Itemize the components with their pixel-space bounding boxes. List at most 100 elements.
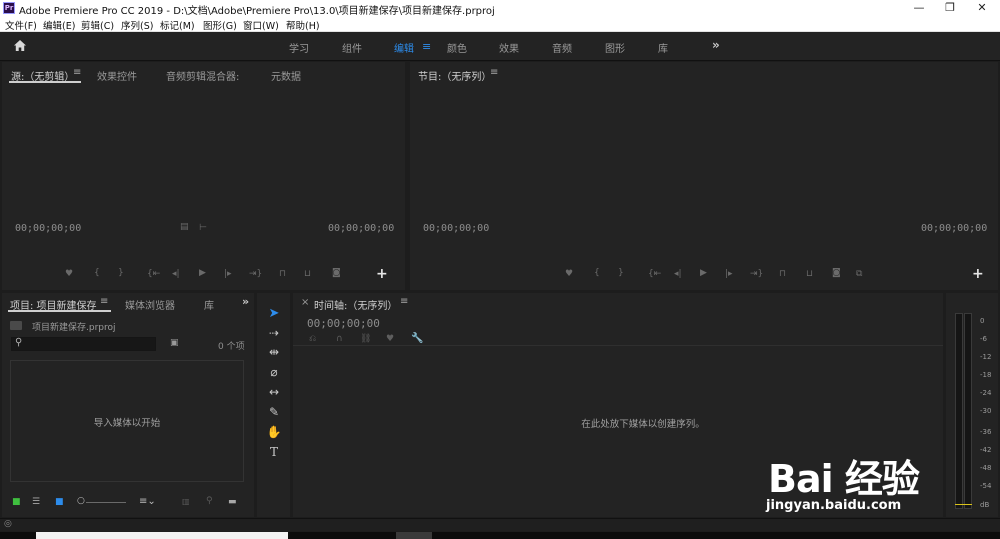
tab-program[interactable]: 节目:（无序列） [418,68,491,83]
meter-scale-label: -54 [980,482,992,490]
type-tool-icon[interactable]: T [265,444,283,461]
snap-icon[interactable]: ∩ [336,334,343,344]
zoom-fit-icon[interactable]: ▤ [180,222,189,232]
ripple-edit-tool-icon[interactable]: ⇹ [265,344,283,361]
project-search-input[interactable]: ⚲ [11,337,156,351]
step-back-icon[interactable]: ◂| [674,269,682,279]
go-to-out-icon[interactable]: ⇥} [249,269,262,279]
audio-meter-right [964,313,972,509]
comparison-view-icon[interactable]: ⧉ [856,269,862,279]
add-marker-icon[interactable]: ♥ [65,269,73,279]
zoom-slider-handle[interactable]: ○ [77,496,85,506]
program-playhead-timecode[interactable]: 00;00;00;00 [423,223,489,234]
find-icon[interactable]: ⚲ [206,496,213,506]
restore-button[interactable]: ❐ [934,0,966,17]
workspace-tab-learn[interactable]: 学习 [289,40,309,55]
panel-overflow-icon[interactable]: » [242,295,249,308]
add-marker-icon[interactable]: ♥ [386,334,394,344]
tab-libraries[interactable]: 库 [204,297,214,312]
menu-graphics[interactable]: 图形(G) [203,18,237,32]
icon-view-icon[interactable]: ■ [55,497,64,507]
linked-selection-icon[interactable]: ⛓ [360,334,371,344]
mark-out-icon[interactable]: } [618,268,624,278]
export-frame-icon[interactable]: ◙ [332,268,341,278]
menu-help[interactable]: 帮助(H) [286,18,320,32]
workspace-overflow-icon[interactable]: » [712,38,720,52]
workspace-tab-assembly[interactable]: 组件 [342,40,362,55]
tab-timeline[interactable]: 时间轴:（无序列） [314,297,397,312]
zoom-slider-track[interactable] [86,502,126,503]
workspace-tab-libraries[interactable]: 库 [658,40,668,55]
minimize-button[interactable]: — [903,0,935,17]
step-back-icon[interactable]: ◂| [172,269,180,279]
resolution-icon[interactable]: ⊢ [199,223,207,233]
menu-sequence[interactable]: 序列(S) [121,18,153,32]
tab-metadata[interactable]: 元数据 [271,68,301,83]
mark-out-icon[interactable]: } [118,268,124,278]
project-drop-zone[interactable]: 导入媒体以开始 [10,360,244,482]
meter-scale-label: -6 [980,335,987,343]
lift-icon[interactable]: ⊓ [779,269,786,279]
home-icon[interactable] [13,39,27,52]
timeline-timecode[interactable]: 00;00;00;00 [307,317,380,330]
workspace-tab-graphics[interactable]: 图形 [605,40,625,55]
taskbar-item[interactable] [36,532,288,539]
overwrite-icon[interactable]: ⊔ [304,269,311,279]
button-editor-icon[interactable]: + [972,266,984,282]
menu-marker[interactable]: 标记(M) [160,18,195,32]
panel-menu-icon[interactable]: ≡ [73,67,81,78]
go-to-in-icon[interactable]: {⇤ [147,269,160,279]
panel-menu-icon[interactable]: ≡ [400,296,408,307]
slip-tool-icon[interactable]: ↔ [265,384,283,401]
taskbar-item[interactable] [396,532,432,539]
close-window-button[interactable]: ✕ [966,0,998,17]
go-to-in-icon[interactable]: {⇤ [648,269,661,279]
nest-icon[interactable]: ⎌ [309,334,316,344]
source-monitor-panel: 源:（无剪辑） ≡ 效果控件 音频剪辑混合器: 元数据 00;00;00;00 … [2,62,405,290]
menu-file[interactable]: 文件(F) [5,18,37,32]
play-icon[interactable]: ▶ [199,268,206,278]
workspace-tab-editing[interactable]: 编辑 [394,40,414,55]
menu-window[interactable]: 窗口(W) [243,18,279,32]
workspace-menu-icon[interactable]: ≡ [422,40,431,53]
export-frame-icon[interactable]: ◙ [832,268,841,278]
list-view-icon[interactable]: ☰ [32,497,40,507]
workspace-tab-audio[interactable]: 音频 [552,40,572,55]
source-playhead-timecode[interactable]: 00;00;00;00 [15,223,81,234]
menu-clip[interactable]: 剪辑(C) [81,18,114,32]
workspace-tab-color[interactable]: 颜色 [447,40,467,55]
step-forward-icon[interactable]: |▸ [224,269,232,279]
tab-media-browser[interactable]: 媒体浏览器 [125,297,175,312]
source-duration-timecode: 00;00;00;00 [328,223,395,234]
add-marker-icon[interactable]: ♥ [565,269,573,279]
panel-menu-icon[interactable]: ≡ [100,296,108,307]
track-select-tool-icon[interactable]: ⇢ [265,325,283,342]
new-bin-icon[interactable]: ▬ [228,497,237,507]
play-icon[interactable]: ▶ [700,268,707,278]
pen-tool-icon[interactable]: ✎ [265,404,283,421]
button-editor-icon[interactable]: + [376,266,388,282]
tab-audio-clip-mixer[interactable]: 音频剪辑混合器: [166,68,239,83]
menu-edit[interactable]: 编辑(E) [43,18,75,32]
extract-icon[interactable]: ⊔ [806,269,813,279]
workspace-tab-effects[interactable]: 效果 [499,40,519,55]
selection-tool-icon[interactable]: ➤ [265,305,283,322]
lock-icon[interactable]: ■ [12,497,21,507]
meter-scale-label: -42 [980,446,992,454]
tab-effect-controls[interactable]: 效果控件 [97,68,137,83]
wrench-icon[interactable]: 🔧 [411,333,423,344]
step-forward-icon[interactable]: |▸ [725,269,733,279]
mark-in-icon[interactable]: { [594,268,600,278]
new-bin-from-search-icon[interactable]: ▣ [170,338,179,348]
status-bar: ◎ [0,518,1000,531]
panel-menu-icon[interactable]: ≡ [490,67,498,78]
razor-tool-icon[interactable]: ⌀ [265,364,283,381]
close-panel-icon[interactable]: × [301,297,309,308]
insert-icon[interactable]: ⊓ [279,269,286,279]
status-icon: ◎ [4,519,12,529]
sort-icons-icon[interactable]: ≡⌄ [139,496,156,507]
automate-to-sequence-icon[interactable]: ▥ [182,497,190,506]
hand-tool-icon[interactable]: ✋ [265,424,283,441]
mark-in-icon[interactable]: { [94,268,100,278]
go-to-out-icon[interactable]: ⇥} [750,269,763,279]
